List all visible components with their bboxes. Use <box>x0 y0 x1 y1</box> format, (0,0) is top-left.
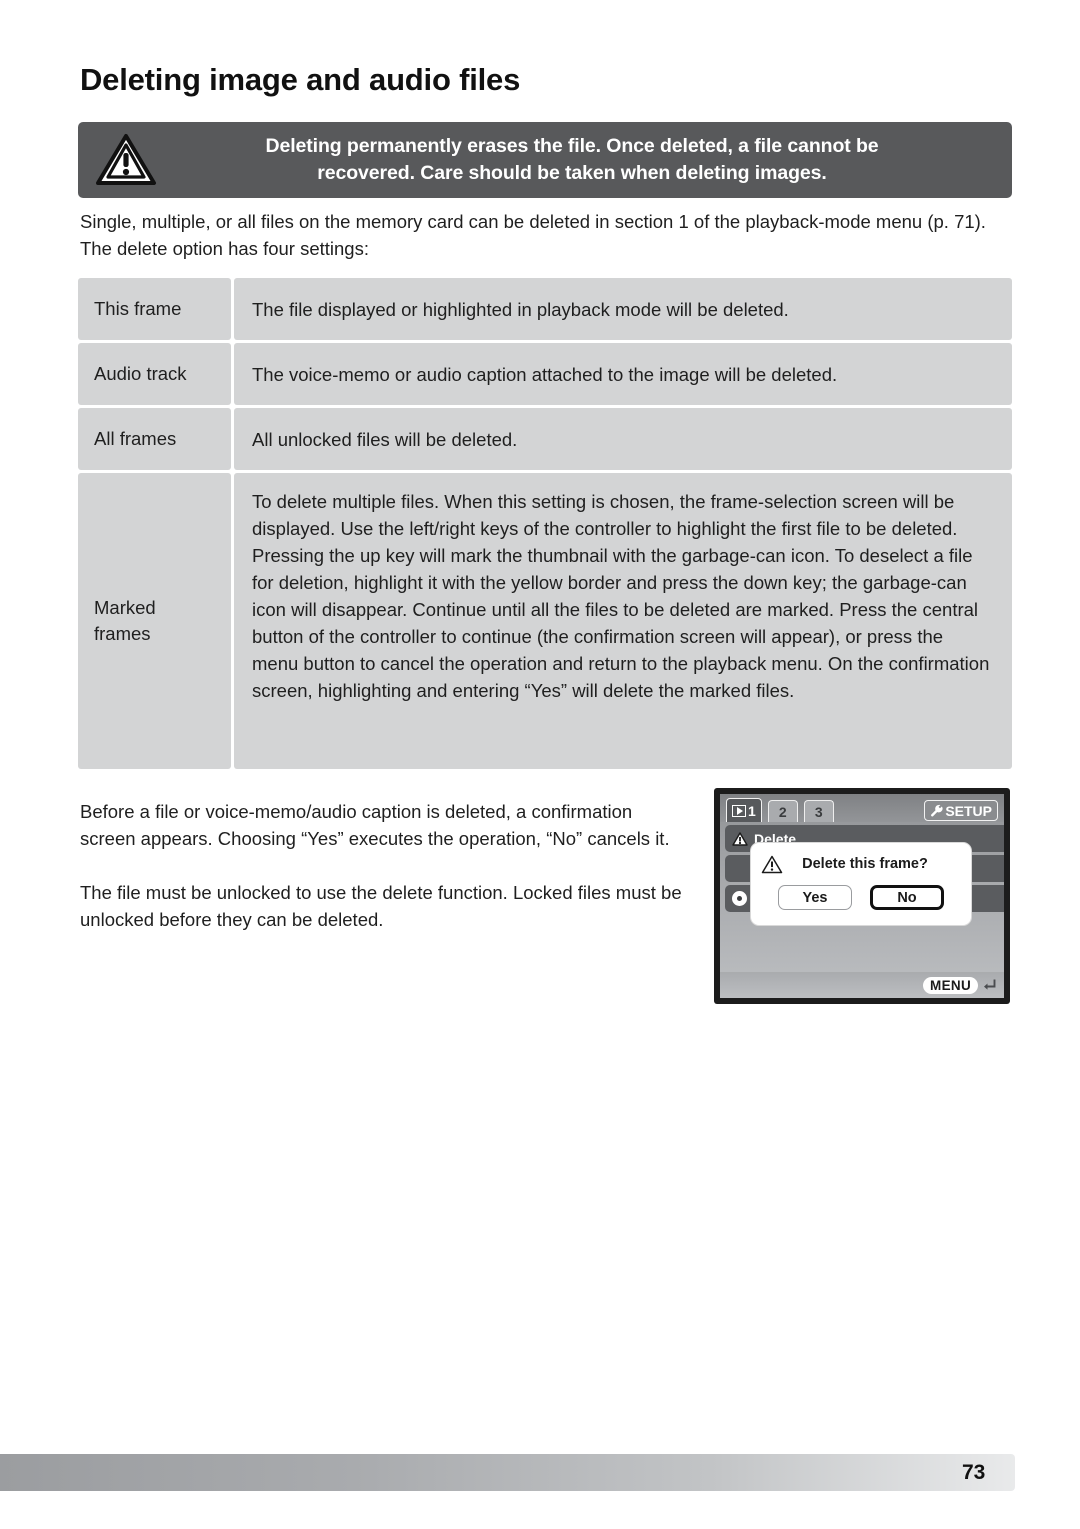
tab-label: 3 <box>814 803 823 820</box>
return-arrow-icon <box>984 979 996 990</box>
setting-description: All unlocked files will be deleted. <box>234 408 1012 470</box>
warning-triangle-icon <box>761 855 783 873</box>
tab-label: 2 <box>778 803 787 820</box>
playback-icon <box>732 804 746 817</box>
dialog-button-group: Yes No <box>751 885 971 910</box>
menu-tab-bar: 1 2 3 SETUP <box>720 794 1004 822</box>
setup-label: SETUP <box>945 802 992 819</box>
screen-bottom-bar: MENU <box>720 972 1004 998</box>
delete-confirmation-dialog: Delete this frame? Yes No <box>750 842 972 926</box>
tab-playback-1[interactable]: 1 <box>726 798 762 822</box>
no-button[interactable]: No <box>870 885 944 910</box>
warning-triangle-icon <box>90 129 162 191</box>
footer-bar <box>0 1454 1015 1491</box>
table-row: Marked frames To delete multiple files. … <box>78 473 1012 769</box>
dialog-header: Delete this frame? <box>751 843 971 885</box>
setting-description: The file displayed or highlighted in pla… <box>234 278 1012 340</box>
tab-2[interactable]: 2 <box>767 800 798 822</box>
intro-paragraph: Single, multiple, or all files on the me… <box>80 211 986 259</box>
setup-button[interactable]: SETUP <box>924 800 998 821</box>
warning-line-1: Deleting permanently erases the file. On… <box>265 135 879 157</box>
warning-banner: Deleting permanently erases the file. On… <box>78 122 1012 198</box>
delete-settings-table: This frame The file displayed or highlig… <box>78 278 1012 772</box>
table-row: All frames All unlocked files will be de… <box>78 408 1012 470</box>
camera-screen-inner: 1 2 3 SETUP Delete Delete this frame? Ye… <box>720 794 1004 998</box>
menu-button[interactable]: MENU <box>923 976 978 994</box>
yes-button[interactable]: Yes <box>778 885 852 910</box>
setting-label: All frames <box>78 408 231 470</box>
wrench-icon <box>931 804 943 817</box>
warning-line-2: recovered. Care should be taken when del… <box>317 162 827 184</box>
body-paragraph-2: The file must be unlocked to use the del… <box>80 882 682 930</box>
setting-description: The voice-memo or audio caption attached… <box>234 343 1012 405</box>
body-text: Before a file or voice-memo/audio captio… <box>80 798 692 933</box>
page-title: Deleting image and audio files <box>80 62 521 97</box>
setting-description: To delete multiple files. When this sett… <box>234 473 1012 769</box>
table-row: This frame The file displayed or highlig… <box>78 278 1012 340</box>
dialog-message: Delete this frame? <box>802 856 928 872</box>
setting-description-text: To delete multiple files. When this sett… <box>252 491 990 701</box>
table-row: Audio track The voice-memo or audio capt… <box>78 343 1012 405</box>
tab-3[interactable]: 3 <box>803 800 834 822</box>
camera-screen-illustration: 1 2 3 SETUP Delete Delete this frame? Ye… <box>714 788 1010 1004</box>
tab-label: 1 <box>748 802 756 819</box>
lock-icon <box>732 891 747 906</box>
warning-message: Deleting permanently erases the file. On… <box>162 133 1012 187</box>
body-paragraph-1: Before a file or voice-memo/audio captio… <box>80 801 670 849</box>
setting-label: Marked frames <box>78 473 231 769</box>
warning-triangle-icon <box>732 831 748 846</box>
setting-label: Audio track <box>78 343 231 405</box>
setting-label: This frame <box>78 278 231 340</box>
page-number: 73 <box>962 1461 986 1484</box>
